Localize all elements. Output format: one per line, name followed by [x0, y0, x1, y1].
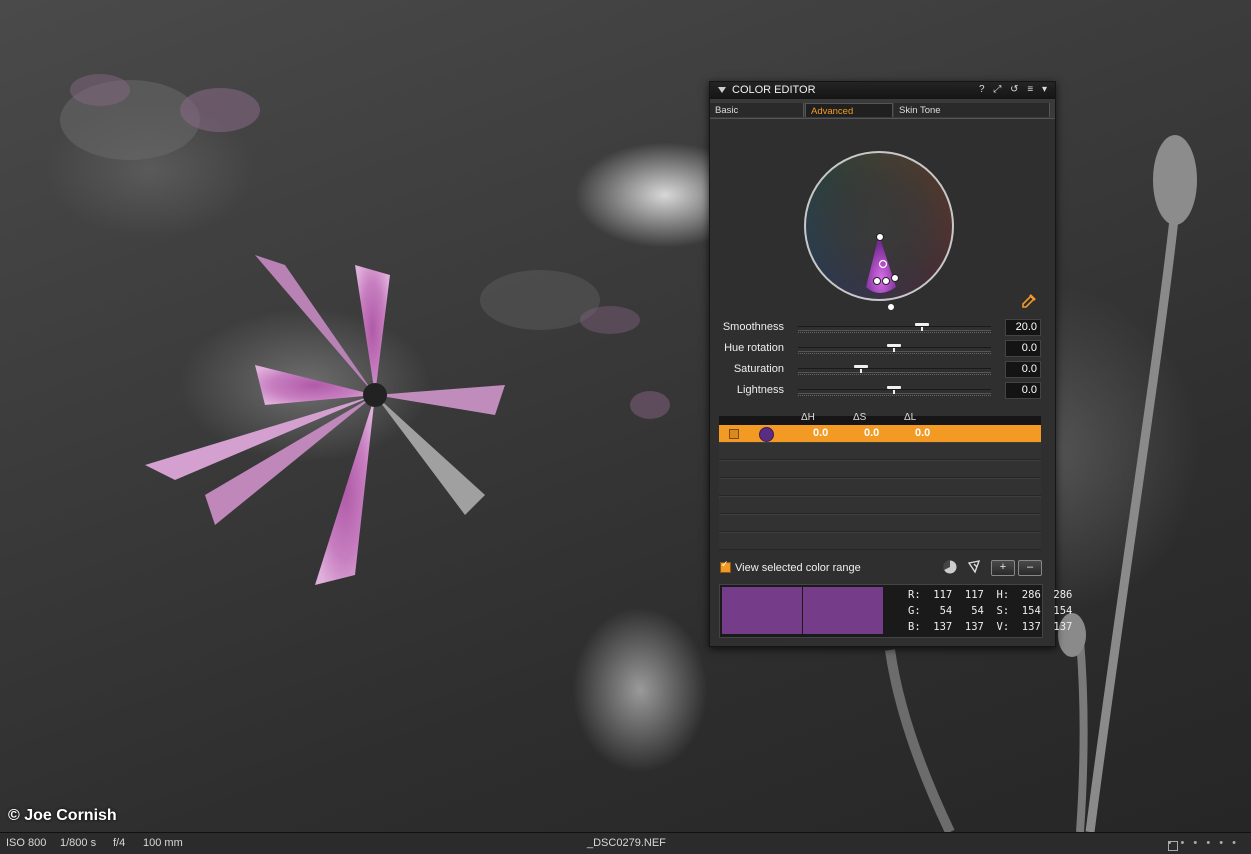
photo-flower	[60, 74, 1197, 832]
saturation-slider[interactable]	[854, 365, 868, 373]
filename: _DSC0279.NEF	[587, 837, 666, 849]
color-readout-area: R: 117 117 H: 286 286 G: 54 54 S: 154 15…	[719, 584, 1072, 638]
dropdown-icon[interactable]: ▾	[1042, 84, 1047, 95]
color-picker-icon[interactable]	[1019, 293, 1037, 311]
table-row[interactable]	[719, 532, 1041, 550]
tab-basic[interactable]: Basic	[710, 103, 804, 117]
view-selected-checkbox[interactable]	[720, 559, 731, 573]
table-header: ΔH ΔS ΔL	[719, 412, 1041, 425]
add-button[interactable]: +	[991, 560, 1015, 576]
row-checkbox[interactable]	[729, 429, 739, 439]
b-values: B: 137 137	[908, 621, 984, 633]
smoothness-label: Smoothness	[722, 321, 784, 333]
photo-viewer: © Joe Cornish	[0, 0, 1251, 832]
v-values: V: 137 137	[996, 621, 1073, 633]
saturation-row: Saturation 0.0	[710, 360, 1055, 380]
tab-bar: Basic Advanced Skin Tone	[710, 99, 1055, 119]
view-selected-range[interactable]: View selected color range	[720, 559, 861, 574]
header-dh: ΔH	[801, 412, 815, 423]
panel-header[interactable]: COLOR EDITOR ? ⤢ ↺ ≡ ▾	[710, 82, 1055, 99]
expand-icon[interactable]: ⤢	[993, 84, 1001, 95]
tab-skin-tone[interactable]: Skin Tone	[894, 103, 1050, 117]
r-values: R: 117 117	[908, 589, 984, 601]
lightness-value[interactable]: 0.0	[1005, 382, 1041, 399]
h-values: H: 286 286	[996, 589, 1073, 601]
smoothness-row: Smoothness 20.0	[710, 318, 1055, 338]
color-range-icon[interactable]	[942, 559, 958, 575]
status-bar: ISO 800 1/800 s f/4 100 mm _DSC0279.NEF …	[0, 832, 1251, 854]
picker-add-icon[interactable]	[966, 559, 982, 575]
hue-rotation-slider[interactable]	[887, 344, 901, 352]
hue-rotation-row: Hue rotation 0.0	[710, 339, 1055, 359]
color-values: R: 117 117 H: 286 286 G: 54 54 S: 154 15…	[908, 587, 1072, 635]
swatch-before	[722, 587, 802, 634]
hue-rotation-value[interactable]: 0.0	[1005, 340, 1041, 357]
table-row[interactable]	[719, 442, 1041, 460]
view-selected-label: View selected color range	[735, 562, 861, 574]
lightness-label: Lightness	[736, 384, 784, 396]
collapse-icon[interactable]	[718, 87, 726, 93]
lightness-slider[interactable]	[887, 386, 901, 394]
tab-advanced[interactable]: Advanced	[805, 103, 893, 117]
smoothness-track[interactable]	[798, 326, 991, 331]
iso-value: ISO 800	[6, 837, 47, 849]
header-ds: ΔS	[853, 412, 867, 423]
s-values: S: 154 154	[996, 605, 1073, 617]
smoothness-value[interactable]: 20.0	[1005, 319, 1041, 336]
table-row[interactable]: 0.0 0.0 0.0	[719, 425, 1041, 442]
wheel-handle[interactable]	[888, 304, 894, 310]
lightness-row: Lightness 0.0	[710, 381, 1055, 401]
remove-button[interactable]: –	[1018, 560, 1042, 576]
view-mode-controls[interactable]: • • • • • •	[1167, 837, 1239, 851]
panel-title: COLOR EDITOR	[732, 84, 816, 96]
table-row[interactable]	[719, 514, 1041, 532]
row-dl: 0.0	[915, 427, 931, 439]
shutter-value: 1/800 s	[60, 837, 97, 849]
header-dl: ΔL	[904, 412, 917, 423]
smoothness-slider[interactable]	[915, 323, 929, 331]
reset-icon[interactable]: ↺	[1010, 84, 1018, 95]
row-ds: 0.0	[864, 427, 880, 439]
photo-credit: © Joe Cornish	[8, 807, 117, 824]
color-wheel[interactable]	[802, 149, 956, 303]
focal-length-value: 100 mm	[143, 837, 183, 849]
saturation-value[interactable]: 0.0	[1005, 361, 1041, 378]
saturation-label: Saturation	[733, 363, 784, 375]
grid-view-icon[interactable]	[1167, 841, 1178, 851]
hue-rotation-label: Hue rotation	[724, 342, 784, 354]
swatch-after	[803, 587, 883, 634]
menu-icon[interactable]: ≡	[1027, 84, 1033, 95]
saturation-track[interactable]	[798, 368, 991, 373]
row-dh: 0.0	[813, 427, 829, 439]
help-icon[interactable]: ?	[979, 84, 985, 95]
g-values: G: 54 54	[908, 605, 984, 617]
aperture-value: f/4	[113, 837, 126, 849]
color-editor-panel: COLOR EDITOR ? ⤢ ↺ ≡ ▾ Basic Advanced Sk…	[709, 81, 1072, 647]
row-color-dot	[759, 427, 774, 442]
table-row[interactable]	[719, 478, 1041, 496]
table-row[interactable]	[719, 496, 1041, 514]
table-row[interactable]	[719, 460, 1041, 478]
